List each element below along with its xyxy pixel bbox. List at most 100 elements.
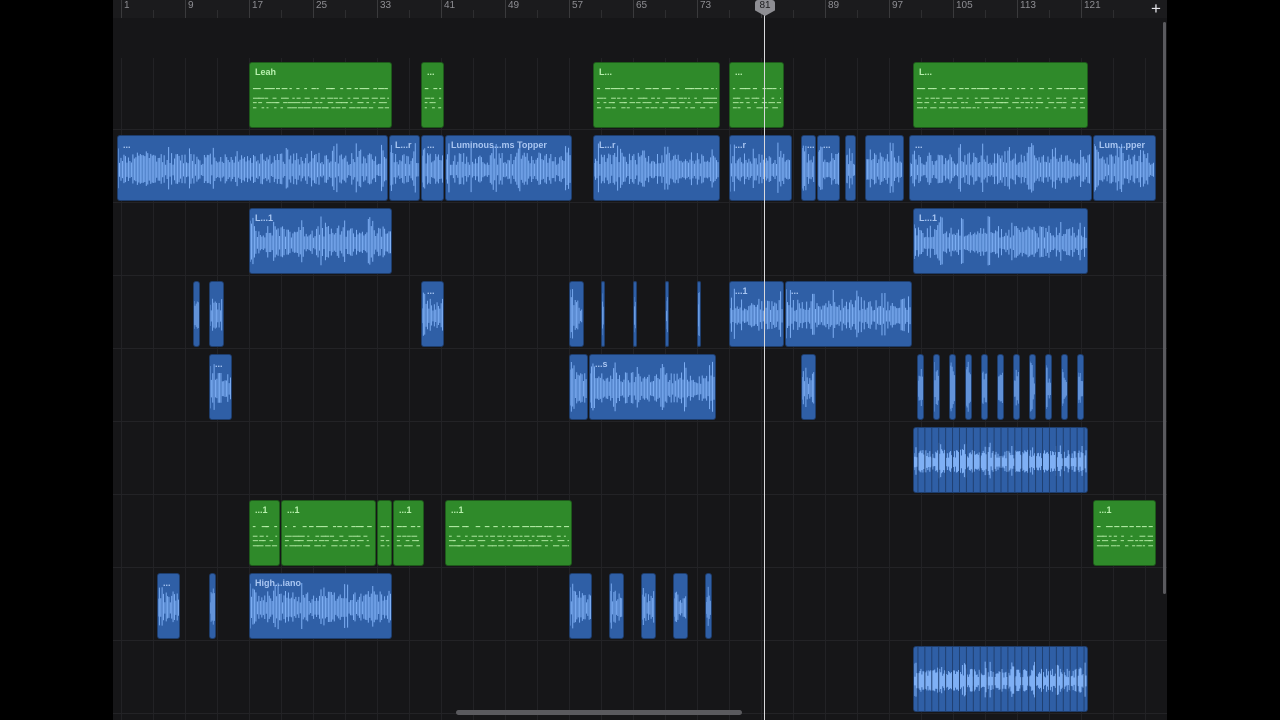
audio-region[interactable] xyxy=(601,281,605,347)
audio-region[interactable]: ...1 xyxy=(729,281,784,347)
audio-region[interactable] xyxy=(865,135,904,201)
waveform xyxy=(570,361,587,412)
midi-region[interactable]: ... xyxy=(729,62,784,128)
audio-region[interactable]: ... xyxy=(117,135,388,201)
waveform xyxy=(730,142,791,193)
audio-region[interactable]: ... xyxy=(801,135,816,201)
audio-region[interactable]: ... xyxy=(785,281,912,347)
vertical-scrollbar[interactable] xyxy=(1163,22,1166,594)
waveform xyxy=(1046,365,1051,410)
track-lane-separator xyxy=(113,494,1167,495)
midi-region[interactable]: ... xyxy=(421,62,444,128)
waveform xyxy=(966,361,971,412)
midi-notes xyxy=(396,526,421,547)
track-lane-separator xyxy=(113,202,1167,203)
audio-region[interactable] xyxy=(633,281,637,347)
audio-region[interactable]: ...s xyxy=(589,354,716,420)
waveform xyxy=(914,428,1087,492)
audio-region[interactable]: ... xyxy=(157,573,180,639)
audio-region[interactable] xyxy=(913,646,1088,712)
midi-notes xyxy=(448,526,570,547)
audio-region[interactable]: ... xyxy=(909,135,1092,201)
audio-region[interactable] xyxy=(965,354,972,420)
audio-region[interactable] xyxy=(1013,354,1020,420)
playhead-bar-label: 81 xyxy=(759,0,771,11)
ruler-minor-tick xyxy=(729,10,730,18)
audio-region[interactable]: ... xyxy=(421,281,444,347)
add-track-button[interactable]: + xyxy=(1145,0,1167,18)
track-lane-separator xyxy=(113,567,1167,568)
midi-region[interactable]: ...1 xyxy=(249,500,280,566)
midi-region[interactable] xyxy=(377,500,392,566)
audio-region[interactable] xyxy=(981,354,988,420)
audio-region[interactable]: L...1 xyxy=(913,208,1088,274)
ruler-tick xyxy=(697,0,698,18)
audio-region[interactable] xyxy=(209,281,224,347)
midi-region[interactable]: Leah xyxy=(249,62,392,128)
waveform xyxy=(602,293,604,336)
waveform xyxy=(250,582,391,630)
audio-region[interactable] xyxy=(1061,354,1068,420)
audio-region[interactable] xyxy=(705,573,712,639)
midi-region[interactable]: ...1 xyxy=(281,500,376,566)
audio-region[interactable] xyxy=(1045,354,1052,420)
audio-region[interactable]: ... xyxy=(421,135,444,201)
audio-region[interactable] xyxy=(569,354,588,420)
audio-region[interactable] xyxy=(1077,354,1084,420)
audio-region[interactable] xyxy=(209,573,216,639)
audio-region[interactable] xyxy=(1029,354,1036,420)
waveform xyxy=(590,361,715,412)
audio-region[interactable] xyxy=(913,427,1088,493)
ruler-minor-tick xyxy=(665,10,666,18)
audio-region[interactable] xyxy=(609,573,624,639)
audio-region[interactable]: ... xyxy=(209,354,232,420)
midi-region[interactable]: ...1 xyxy=(393,500,424,566)
audio-region[interactable] xyxy=(997,354,1004,420)
ruler-bar-label: 73 xyxy=(700,0,712,11)
audio-region[interactable]: Luminous...ms Topper xyxy=(445,135,572,201)
audio-region[interactable] xyxy=(569,281,584,347)
audio-region[interactable]: ... xyxy=(817,135,840,201)
audio-region[interactable] xyxy=(845,135,856,201)
audio-region[interactable] xyxy=(673,573,688,639)
audio-region[interactable] xyxy=(569,573,592,639)
audio-region[interactable]: Lum...pper xyxy=(1093,135,1156,201)
midi-region[interactable]: ...1 xyxy=(445,500,572,566)
audio-region[interactable]: L...r xyxy=(593,135,720,201)
ruler-tick xyxy=(505,0,506,18)
waveform xyxy=(210,588,215,625)
waveform xyxy=(846,148,855,189)
audio-region[interactable]: ...r xyxy=(729,135,792,201)
ruler-tick xyxy=(441,0,442,18)
audio-region[interactable] xyxy=(697,281,701,347)
waveform xyxy=(802,367,815,407)
audio-region[interactable] xyxy=(933,354,940,420)
ruler-tick xyxy=(633,0,634,18)
playhead-line[interactable] xyxy=(764,0,765,720)
waveform xyxy=(210,364,231,410)
midi-region[interactable]: L... xyxy=(593,62,720,128)
waveform xyxy=(610,583,623,629)
ruler-minor-tick xyxy=(793,10,794,18)
audio-region[interactable] xyxy=(949,354,956,420)
audio-region[interactable] xyxy=(193,281,200,347)
audio-region[interactable] xyxy=(641,573,656,639)
arrangement-view: 1 9 17 25 33 41 49 57 65 73 81 89 97 105 113 121 + Leah… xyxy=(113,0,1167,720)
audio-region[interactable] xyxy=(801,354,816,420)
midi-notes xyxy=(596,88,718,109)
horizontal-scrollbar[interactable] xyxy=(456,710,742,715)
bar-ruler[interactable]: 1 9 17 25 33 41 49 57 65 73 81 89 97 105 113 121 xyxy=(113,0,1167,18)
ruler-bar-label: 17 xyxy=(252,0,264,11)
ruler-tick xyxy=(1017,0,1018,18)
midi-region[interactable]: L... xyxy=(913,62,1088,128)
track-lane-separator xyxy=(113,348,1167,349)
audio-region[interactable]: L...1 xyxy=(249,208,392,274)
track-lane-separator xyxy=(113,640,1167,641)
audio-region[interactable] xyxy=(917,354,924,420)
ruler-tick xyxy=(121,0,122,18)
audio-region[interactable]: High...iano xyxy=(249,573,392,639)
audio-region[interactable] xyxy=(665,281,669,347)
midi-region[interactable]: ...1 xyxy=(1093,500,1156,566)
ruler-tick xyxy=(825,0,826,18)
audio-region[interactable]: L...r xyxy=(389,135,420,201)
